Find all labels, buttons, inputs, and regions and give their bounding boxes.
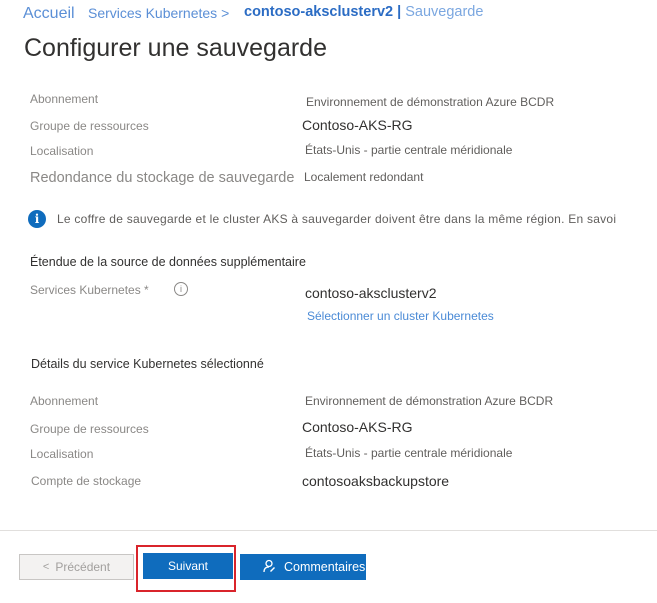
help-icon[interactable]: i <box>174 282 188 296</box>
subscription-value: Environnement de démonstration Azure BCD… <box>306 95 555 109</box>
k8s-services-value: contoso-aksclusterv2 <box>305 285 437 301</box>
previous-label: Précédent <box>55 560 111 574</box>
info-icon: i <box>28 210 46 228</box>
select-cluster-link[interactable]: Sélectionner un cluster Kubernetes <box>307 309 494 323</box>
breadcrumb-current: contoso-aksclusterv2 | Sauvegarde <box>244 4 483 20</box>
details-heading: Détails du service Kubernetes sélectionn… <box>31 357 264 371</box>
resource-group-label: Groupe de ressources <box>30 119 149 133</box>
info-message: Le coffre de sauvegarde et le cluster AK… <box>57 212 617 226</box>
breadcrumb-services[interactable]: Services Kubernetes > <box>88 5 229 21</box>
footer-divider <box>0 530 657 531</box>
storage-account-value: contosoaksbackupstore <box>302 473 450 489</box>
feedback-label: Commentaires <box>284 560 366 574</box>
breadcrumb-page: Sauvegarde <box>405 4 484 20</box>
previous-button[interactable]: < Précédent <box>19 554 134 580</box>
feedback-button[interactable]: Commentaires <box>240 554 366 580</box>
k8s-services-label: Services Kubernetes * <box>30 283 149 297</box>
details-subscription-label: Abonnement <box>30 394 99 408</box>
storage-account-label: Compte de stockage <box>31 474 142 488</box>
datasource-heading: Étendue de la source de données suppléme… <box>30 255 306 269</box>
feedback-icon <box>263 559 275 573</box>
subscription-label: Abonnement <box>30 92 99 106</box>
redundancy-value: Localement redondant <box>304 170 424 184</box>
breadcrumb-cluster: contoso-aksclusterv2 <box>244 4 394 20</box>
location-label: Localisation <box>30 144 94 158</box>
breadcrumb-home[interactable]: Accueil <box>23 5 75 23</box>
chevron-left-icon: < <box>42 561 50 573</box>
details-subscription-value: Environnement de démonstration Azure BCD… <box>305 394 554 408</box>
details-location-value: États-Unis - partie centrale méridionale <box>305 446 513 460</box>
next-button-highlight <box>136 545 236 592</box>
details-location-label: Localisation <box>30 447 94 461</box>
page-title: Configurer une sauvegarde <box>24 34 327 62</box>
location-value: États-Unis - partie centrale méridionale <box>305 143 513 157</box>
resource-group-value: Contoso-AKS-RG <box>302 117 413 133</box>
details-rg-label: Groupe de ressources <box>30 422 149 436</box>
details-rg-value: Contoso-AKS-RG <box>302 419 413 435</box>
breadcrumb-separator: | <box>397 4 402 20</box>
redundancy-label: Redondance du stockage de sauvegarde <box>30 170 295 186</box>
